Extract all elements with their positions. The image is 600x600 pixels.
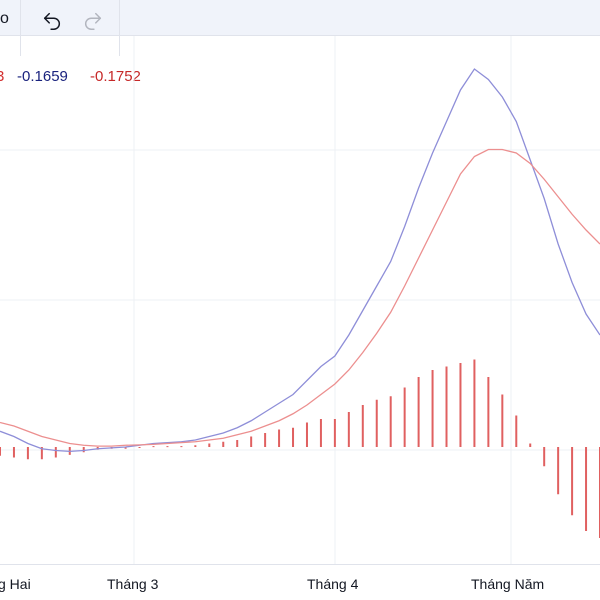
histogram-bar bbox=[473, 359, 476, 447]
histogram-bar bbox=[194, 445, 197, 447]
x-axis-label-may: Tháng Năm bbox=[471, 576, 545, 592]
x-axis-label-apr: Tháng 4 bbox=[307, 576, 359, 592]
histogram-bar bbox=[585, 447, 588, 531]
histogram-bar bbox=[82, 447, 85, 453]
histogram-bar bbox=[26, 447, 29, 460]
histogram-bar bbox=[389, 396, 392, 447]
histogram-bar bbox=[222, 441, 225, 447]
histogram-bar bbox=[12, 447, 15, 458]
histogram-bar bbox=[250, 436, 253, 447]
histogram-bar bbox=[236, 440, 239, 447]
histogram-bar bbox=[264, 433, 267, 447]
histogram-bar bbox=[417, 377, 420, 447]
histogram-bar bbox=[459, 363, 462, 447]
x-axis-label-mar: Tháng 3 bbox=[107, 576, 159, 592]
histogram-bar bbox=[180, 446, 183, 448]
macd-chart[interactable] bbox=[0, 0, 600, 600]
histogram-bar bbox=[278, 429, 281, 447]
histogram-bar bbox=[557, 447, 560, 495]
histogram-bar bbox=[152, 446, 155, 448]
histogram-bar bbox=[501, 394, 504, 447]
histogram-bar bbox=[292, 427, 295, 447]
histogram-bar bbox=[54, 447, 57, 458]
macd-line bbox=[0, 68, 600, 453]
histogram-bar bbox=[208, 443, 211, 447]
signal-line bbox=[0, 148, 600, 447]
histogram-bar bbox=[333, 419, 336, 447]
histogram-bar bbox=[515, 415, 518, 447]
histogram-bar bbox=[403, 387, 406, 447]
histogram-bar bbox=[543, 447, 546, 467]
histogram-bar bbox=[138, 447, 141, 448]
histogram-bar bbox=[529, 443, 532, 447]
histogram-bar bbox=[361, 405, 364, 447]
histogram-bar bbox=[305, 422, 308, 447]
histogram-bar bbox=[375, 399, 378, 447]
histogram-bar bbox=[571, 447, 574, 516]
histogram-bar bbox=[166, 446, 169, 448]
histogram-bar bbox=[347, 412, 350, 447]
histogram-bar bbox=[0, 447, 1, 456]
x-axis-line bbox=[0, 564, 600, 565]
x-axis-label-feb: g Hai bbox=[0, 576, 31, 592]
histogram-bar bbox=[319, 419, 322, 447]
histogram-bar bbox=[445, 366, 448, 447]
histogram-bar bbox=[431, 370, 434, 447]
histogram-bar bbox=[487, 377, 490, 447]
